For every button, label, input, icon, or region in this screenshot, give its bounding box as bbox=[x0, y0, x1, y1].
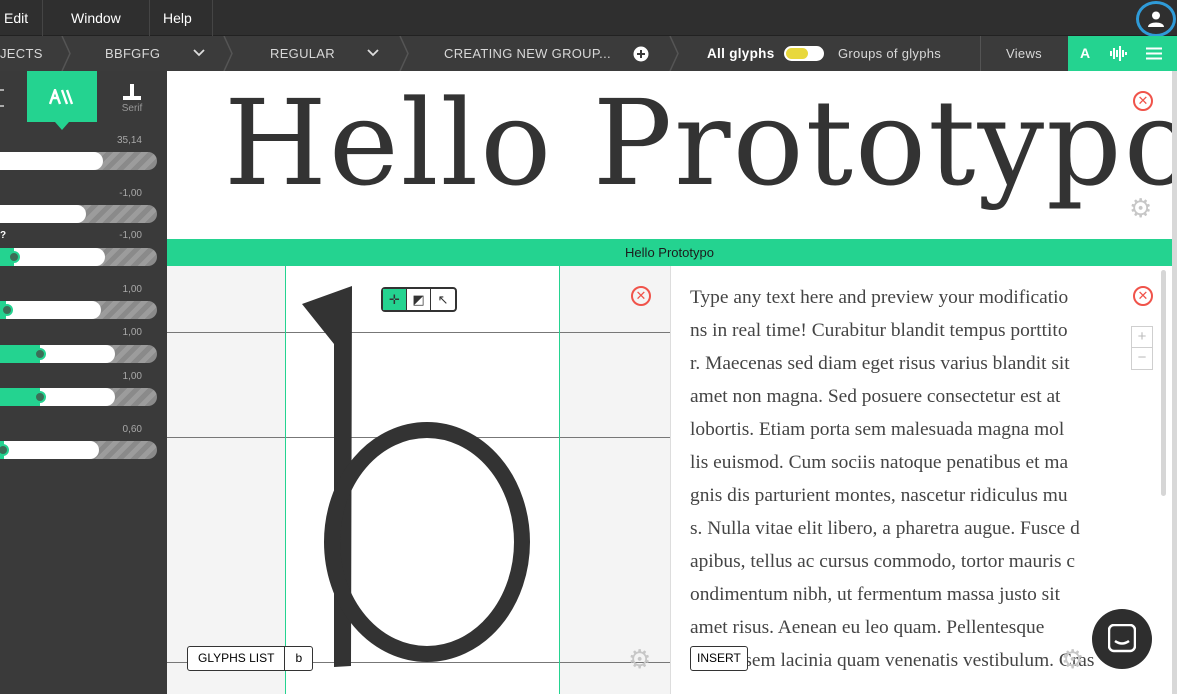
menu-help[interactable]: Help bbox=[143, 0, 213, 36]
parameter-slider[interactable] bbox=[0, 345, 157, 363]
edit-tools: ✛ ◩ ↖ bbox=[381, 287, 457, 312]
preview-text[interactable]: Type any text here and preview your modi… bbox=[690, 281, 1166, 677]
tab-pointer bbox=[55, 122, 69, 130]
projects-crumb[interactable]: JECTS bbox=[0, 36, 43, 71]
headline-preview: Hello Prototypo ✕ ⚙ bbox=[167, 71, 1177, 239]
serif-tab-label: Serif bbox=[121, 103, 143, 114]
zoom-in-button[interactable]: + bbox=[1132, 327, 1152, 348]
text-line: ns in real time! Curabitur blandit tempu… bbox=[690, 320, 1068, 341]
slider-value: 35,14 bbox=[116, 135, 142, 146]
slider-value: -1,00 bbox=[119, 188, 142, 199]
insert-button[interactable]: INSERT bbox=[690, 646, 748, 671]
preview-title-band: Hello Prototypo bbox=[167, 239, 1172, 266]
account-icon bbox=[1148, 11, 1164, 27]
slider-knob[interactable] bbox=[34, 348, 46, 360]
gear-icon[interactable]: ⚙ bbox=[1129, 195, 1152, 221]
text-line: apibus, tellus ac cursus commodo, tortor… bbox=[690, 551, 1076, 572]
guide-left bbox=[285, 266, 286, 694]
current-glyph: b bbox=[284, 647, 312, 670]
zoom-controls: + − bbox=[1131, 326, 1153, 370]
parameter-slider[interactable] bbox=[0, 248, 157, 266]
group-crumb[interactable]: CREATING NEW GROUP... bbox=[444, 36, 611, 71]
gear-icon[interactable]: ⚙ bbox=[1061, 646, 1084, 672]
chevron-down-icon[interactable] bbox=[367, 48, 379, 58]
text-line: ondimentum nibh, ut fermentum massa just… bbox=[690, 584, 1061, 605]
plus-circle-icon[interactable] bbox=[633, 46, 649, 62]
parameter-slider[interactable] bbox=[0, 205, 157, 223]
slider-fill bbox=[0, 441, 99, 459]
slider-fill bbox=[0, 152, 103, 170]
slider-fill bbox=[0, 205, 86, 223]
pointer-tool-icon[interactable]: ↖ bbox=[431, 289, 455, 310]
glyph-canvas[interactable]: ✛ ◩ ↖ ✕ GLYPHS LIST b ⚙ bbox=[167, 266, 670, 694]
parameter-slider[interactable] bbox=[0, 388, 157, 406]
slider-knob[interactable] bbox=[34, 391, 46, 403]
zoom-out-button[interactable]: − bbox=[1132, 348, 1152, 369]
text-line: lis euismod. Cum sociis natoque penatibu… bbox=[690, 452, 1069, 473]
crumb-divider bbox=[399, 36, 409, 71]
crumb-divider bbox=[223, 36, 233, 71]
headline-text: Hello Prototypo bbox=[224, 74, 1177, 212]
variant-select[interactable]: REGULAR bbox=[270, 36, 335, 71]
slider-value: -1,00 bbox=[119, 230, 142, 241]
chat-button[interactable] bbox=[1092, 609, 1152, 669]
slider-value: 1,00 bbox=[122, 284, 142, 295]
serif-icon bbox=[123, 84, 141, 100]
groups-of-glyphs-label[interactable]: Groups of glyphs bbox=[838, 36, 941, 71]
parameters-panel: Serif 35,14 -1,00 ? -1,00 1,00 1,00 1,00… bbox=[0, 71, 167, 694]
all-glyphs-label[interactable]: All glyphs bbox=[707, 36, 775, 71]
menu-edit[interactable]: Edit bbox=[0, 0, 44, 36]
parameter-slider[interactable] bbox=[0, 301, 157, 319]
text-line: s. Nulla vitae elit libero, a pharetra a… bbox=[690, 518, 1080, 539]
view-tools: A bbox=[1068, 36, 1177, 71]
help-mark[interactable]: ? bbox=[0, 230, 6, 241]
waveform-view-icon[interactable] bbox=[1109, 45, 1127, 62]
text-view-icon[interactable]: A bbox=[1080, 36, 1090, 71]
family-select[interactable]: BBFGFG bbox=[105, 36, 160, 71]
menu-window[interactable]: Window bbox=[55, 0, 150, 36]
scrollbar[interactable] bbox=[1161, 270, 1166, 496]
guide-right bbox=[559, 266, 560, 694]
text-line: lobortis. Etiam porta sem malesuada magn… bbox=[690, 419, 1065, 440]
glyph-mode-toggle[interactable] bbox=[784, 46, 824, 61]
close-icon[interactable]: ✕ bbox=[1133, 286, 1153, 306]
toggle-knob bbox=[786, 48, 808, 59]
close-icon[interactable]: ✕ bbox=[1133, 91, 1153, 111]
account-button[interactable] bbox=[1136, 1, 1176, 37]
window-edge bbox=[1172, 71, 1177, 694]
close-icon[interactable]: ✕ bbox=[631, 286, 651, 306]
slider-value: 1,00 bbox=[122, 371, 142, 382]
parameter-slider[interactable] bbox=[0, 152, 157, 170]
slider-knob[interactable] bbox=[8, 251, 20, 263]
parameters-icon bbox=[49, 89, 74, 105]
shape-tool-icon[interactable]: ◩ bbox=[407, 289, 431, 310]
toolbar: JECTS BBFGFG REGULAR CREATING NEW GROUP.… bbox=[0, 36, 1177, 71]
crumb-divider bbox=[61, 36, 71, 71]
slider-fill bbox=[0, 301, 101, 319]
toolbar-separator bbox=[980, 36, 981, 71]
slider-value: 1,00 bbox=[122, 327, 142, 338]
move-tool-icon[interactable]: ✛ bbox=[383, 289, 407, 310]
views-label[interactable]: Views bbox=[1006, 36, 1042, 71]
tab-parameters[interactable] bbox=[27, 71, 97, 122]
chat-icon bbox=[1108, 624, 1136, 653]
crumb-divider bbox=[669, 36, 679, 71]
tab-serif[interactable]: Serif bbox=[112, 83, 152, 119]
parameter-slider[interactable] bbox=[0, 441, 157, 459]
glyphs-list-label: GLYPHS LIST bbox=[198, 651, 275, 665]
menu-icon[interactable] bbox=[0, 89, 4, 107]
slider-knob[interactable] bbox=[1, 304, 13, 316]
text-line: gnis dis parturient montes, nascetur rid… bbox=[690, 485, 1068, 506]
slider-value: 0,60 bbox=[122, 424, 142, 435]
menu-bar: Edit Window Help bbox=[0, 0, 1177, 37]
text-line: amet non magna. Sed posuere consectetur … bbox=[690, 386, 1061, 407]
glyphs-list-button[interactable]: GLYPHS LIST b bbox=[187, 646, 314, 671]
gear-icon[interactable]: ⚙ bbox=[628, 646, 651, 672]
text-line: Type any text here and preview your modi… bbox=[690, 287, 1069, 308]
text-line: r. Maecenas sed diam eget risus varius b… bbox=[690, 353, 1070, 374]
glyph-b[interactable] bbox=[297, 284, 542, 694]
list-view-icon[interactable] bbox=[1146, 47, 1162, 60]
chevron-down-icon[interactable] bbox=[193, 48, 205, 58]
